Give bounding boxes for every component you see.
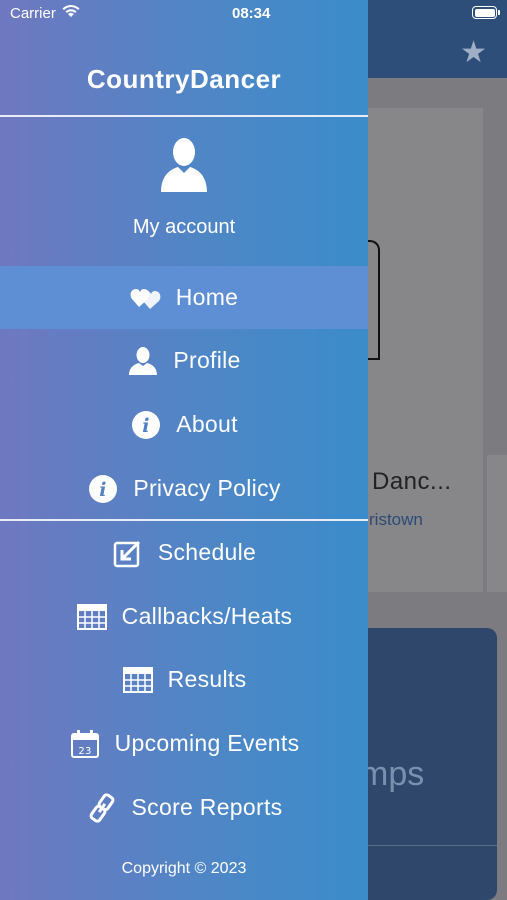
menu-item-label: Privacy Policy xyxy=(133,475,281,501)
menu-item-score-reports[interactable]: Score Reports xyxy=(0,776,368,839)
menu-item-upcoming-events[interactable]: 23 Upcoming Events xyxy=(0,712,368,775)
person-icon xyxy=(161,138,207,192)
menu-item-label: Schedule xyxy=(157,539,257,565)
status-bar: Carrier 08:34 xyxy=(0,0,507,28)
calendar-icon: 23 xyxy=(69,728,101,760)
background-event-card-next xyxy=(487,455,507,592)
menu-item-label: Home xyxy=(175,284,239,310)
status-time: 08:34 xyxy=(232,5,271,22)
menu-item-about[interactable]: i About xyxy=(0,393,368,456)
table-icon xyxy=(122,664,154,696)
menu-item-label: About xyxy=(176,411,238,437)
menu-item-privacy-policy[interactable]: i Privacy Policy xyxy=(0,457,368,520)
menu-item-label: Upcoming Events xyxy=(114,730,300,756)
menu-item-results[interactable]: Results xyxy=(0,648,368,711)
background-card-title: Danc... xyxy=(372,468,452,495)
menu-item-callbacks-heats[interactable]: Callbacks/Heats xyxy=(0,585,368,648)
app-title: CountryDancer xyxy=(86,64,282,94)
svg-text:i: i xyxy=(142,415,150,437)
link-icon xyxy=(86,792,118,824)
copyright-text: Copyright © 2023 xyxy=(121,860,247,877)
star-icon[interactable]: ★ xyxy=(460,38,487,68)
menu-item-profile[interactable]: Profile xyxy=(0,329,368,392)
menu-item-label: Results xyxy=(167,666,247,692)
menu-item-label: Score Reports xyxy=(131,794,283,820)
info-icon: i xyxy=(130,409,162,441)
menu-item-label: Profile xyxy=(173,347,241,373)
person-icon xyxy=(127,345,159,377)
my-account-link[interactable]: My account xyxy=(0,216,368,239)
wifi-icon xyxy=(62,4,80,22)
carrier-label: Carrier xyxy=(10,5,56,22)
background-card-subtitle: ristown xyxy=(369,510,423,529)
svg-text:i: i xyxy=(100,479,108,501)
menu-item-home[interactable]: Home xyxy=(0,266,368,329)
menu-item-schedule[interactable]: Schedule xyxy=(0,521,368,584)
calendar-day: 23 xyxy=(78,746,91,757)
menu-item-label: Callbacks/Heats xyxy=(121,603,293,629)
edit-box-icon xyxy=(112,537,144,569)
info-icon: i xyxy=(87,473,119,505)
side-drawer: CountryDancer My account Home Profile i … xyxy=(0,0,368,900)
table-icon xyxy=(76,601,108,633)
background-big-card-text: mps xyxy=(360,755,425,793)
background-divider xyxy=(360,845,497,846)
divider xyxy=(0,115,368,117)
battery-icon xyxy=(472,6,500,19)
hearts-icon xyxy=(130,282,162,314)
